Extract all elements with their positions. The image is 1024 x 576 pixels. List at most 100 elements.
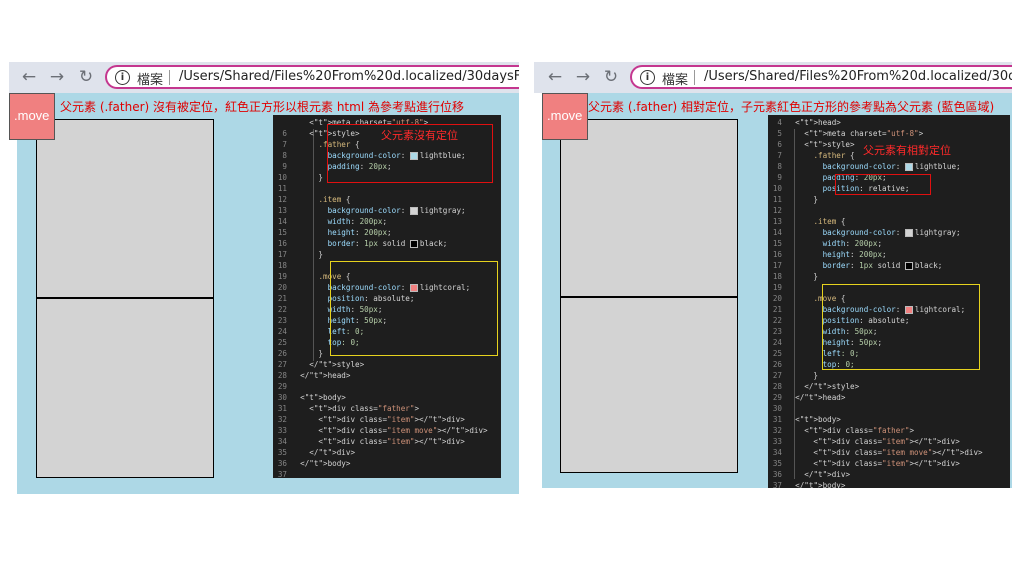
code-line: 30 <"t">body>: [273, 392, 501, 403]
browser-toolbar: ← → ↻ i 檔案 /Users/Shared/Files%20From%20…: [534, 62, 1012, 93]
line-number: 16: [277, 239, 287, 248]
reload-icon[interactable]: ↻: [76, 67, 96, 87]
code-text: height: 200px;: [822, 250, 887, 259]
code-line: 12: [768, 205, 1010, 216]
line-number: 29: [277, 382, 287, 391]
forward-arrow-icon[interactable]: →: [573, 67, 593, 87]
code-text: <"t">div class="item"></"t">div>: [291, 415, 465, 424]
line-number: 14: [772, 228, 782, 237]
code-text: <"t">head>: [786, 118, 841, 127]
move-box: .move: [542, 93, 588, 140]
slide: { "left": { "browser": { "back_icon": "←…: [0, 0, 1024, 576]
line-number: 19: [277, 272, 287, 281]
address-divider: [169, 70, 170, 85]
line-number: 16: [772, 250, 782, 259]
code-text: <"t">div class="item"></"t">div>: [291, 437, 465, 446]
address-divider: [694, 70, 695, 85]
line-number: 14: [277, 217, 287, 226]
code-text: </"t">body>: [291, 459, 351, 468]
line-number: 25: [772, 349, 782, 358]
code-text: background-color: lightgray;: [327, 206, 466, 215]
code-text: }: [786, 195, 819, 204]
annotation-text: 父元素有相對定位: [863, 144, 951, 157]
address-bar[interactable]: i 檔案 /Users/Shared/Files%20From%20d.loca…: [105, 65, 519, 89]
line-number: 18: [772, 272, 782, 281]
code-line: 4 <"t">head>: [768, 117, 1010, 128]
line-number: 24: [277, 327, 287, 336]
line-number: 8: [282, 151, 287, 160]
code-line: 37 </"t">body>: [768, 480, 1010, 488]
line-number: 37: [277, 470, 287, 478]
code-text: }: [291, 173, 324, 182]
code-text: <"t">body>: [291, 393, 346, 402]
item-box-1: [560, 119, 738, 297]
line-number: 5: [777, 129, 782, 138]
line-number: 26: [277, 349, 287, 358]
line-number: 12: [772, 206, 782, 215]
line-number: 8: [777, 162, 782, 171]
code-text: height: 200px;: [327, 228, 392, 237]
code-line: 5 <"t">meta charset="utf-8">: [768, 128, 1010, 139]
code-text: </"t">head>: [291, 371, 351, 380]
move-box: .move: [9, 93, 55, 140]
address-url[interactable]: /Users/Shared/Files%20From%20d.localized…: [704, 69, 1012, 84]
address-scheme-label: 檔案: [137, 73, 164, 88]
line-number: 28: [772, 382, 782, 391]
code-line: 15 width: 200px;: [768, 238, 1010, 249]
code-line: 13 .item {: [768, 216, 1010, 227]
code-text: border: 1px solid black;: [327, 239, 448, 248]
code-line: 11: [273, 183, 501, 194]
line-number: 35: [277, 448, 287, 457]
line-number: 31: [772, 415, 782, 424]
info-icon[interactable]: i: [115, 70, 130, 85]
line-number: 18: [277, 261, 287, 270]
info-icon[interactable]: i: [640, 70, 655, 85]
line-number: 26: [772, 360, 782, 369]
line-number: 33: [772, 437, 782, 446]
line-number: 25: [277, 338, 287, 347]
back-arrow-icon[interactable]: ←: [545, 67, 565, 87]
code-text: <"t">meta charset="utf-8">: [786, 129, 924, 138]
line-number: 15: [277, 228, 287, 237]
line-number: 10: [277, 173, 287, 182]
code-text: </"t">style>: [786, 382, 860, 391]
line-number: 28: [277, 371, 287, 380]
forward-arrow-icon[interactable]: →: [47, 67, 67, 87]
line-number: 36: [772, 470, 782, 479]
code-text: .item {: [813, 217, 846, 226]
yellow-highlight-box: [822, 284, 980, 370]
line-number: 33: [277, 426, 287, 435]
code-text: }: [291, 349, 324, 358]
code-line: 32 <"t">div class="father">: [768, 425, 1010, 436]
code-line: 31 <"t">body>: [768, 414, 1010, 425]
browser-toolbar: ← → ↻ i 檔案 /Users/Shared/Files%20From%20…: [9, 62, 519, 93]
reload-icon[interactable]: ↻: [601, 67, 621, 87]
line-number: 23: [772, 327, 782, 336]
code-line: 8 background-color: lightblue;: [768, 161, 1010, 172]
address-url[interactable]: /Users/Shared/Files%20From%20d.localized…: [179, 69, 519, 84]
code-line: 35 <"t">div class="item"></"t">div>: [768, 458, 1010, 469]
line-number: 35: [772, 459, 782, 468]
code-line: 18 }: [768, 271, 1010, 282]
line-number: 34: [277, 437, 287, 446]
code-text: </"t">body>: [786, 481, 846, 488]
line-number: 20: [772, 294, 782, 303]
back-arrow-icon[interactable]: ←: [19, 67, 39, 87]
code-line: 16 height: 200px;: [768, 249, 1010, 260]
father-container: 父元素 (.father) 沒有被定位，紅色正方形以根元素 html 為參考點進…: [17, 93, 519, 494]
address-bar[interactable]: i 檔案 /Users/Shared/Files%20From%20d.loca…: [630, 65, 1012, 89]
code-text: <"t">style>: [786, 140, 855, 149]
line-number: 32: [772, 426, 782, 435]
line-number: 23: [277, 316, 287, 325]
line-number: 22: [772, 316, 782, 325]
line-number: 13: [277, 206, 287, 215]
code-text: <"t">div class="father">: [786, 426, 915, 435]
yellow-highlight-box: [330, 261, 498, 356]
code-text: </"t">div>: [291, 448, 356, 457]
code-text: <"t">div class="item"></"t">div>: [786, 437, 960, 446]
line-number: 27: [772, 371, 782, 380]
code-text: <"t">div class="father">: [291, 404, 420, 413]
code-text: width: 200px;: [327, 217, 388, 226]
code-line: 14 background-color: lightgray;: [768, 227, 1010, 238]
code-line: 12 .item {: [273, 194, 501, 205]
